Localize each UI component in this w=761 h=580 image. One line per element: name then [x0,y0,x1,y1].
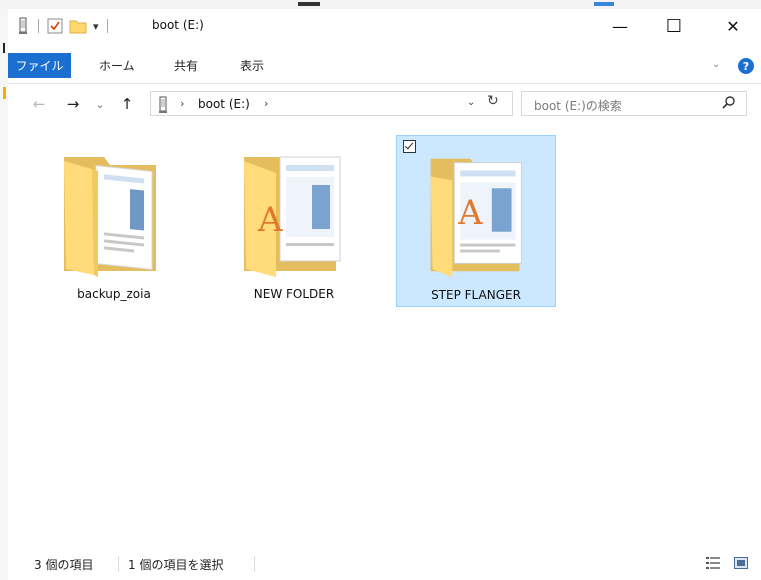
help-icon[interactable]: ? [738,58,754,74]
folder-name: NEW FOLDER [253,287,335,301]
edge-mark [3,43,5,53]
folder-icon: A [244,156,341,277]
tab-home[interactable]: ホーム [99,53,135,78]
title-bar [8,9,761,45]
up-button[interactable]: ↑ [117,92,137,116]
search-icon[interactable] [722,95,736,112]
forward-button[interactable]: → [62,92,84,116]
selection-checkbox[interactable] [403,140,416,153]
svg-text:A: A [257,200,283,240]
folder-item[interactable]: backup_zoia [34,135,194,307]
folder-item-selected[interactable]: A STEP FLANGER [396,135,556,307]
quick-access-toolbar: ▾ [16,9,108,43]
new-folder-icon[interactable] [69,18,87,34]
refresh-button[interactable]: ↻ [487,93,499,109]
drive-icon[interactable] [16,17,30,35]
folder-icon: A [430,158,522,278]
address-dropdown-button[interactable]: ⌄ [467,97,475,108]
status-item-count: 3 個の項目 [34,558,94,572]
maximize-button[interactable]: ☐ [651,9,697,43]
folder-icon [64,157,156,277]
window-title: boot (E:) [152,18,204,32]
drive-icon [156,96,170,117]
back-button[interactable]: ← [28,92,50,116]
quick-access-separator [38,19,39,33]
folder-item[interactable]: A NEW FOLDER [214,135,374,307]
edge-mark-yellow [3,87,6,99]
large-icons-view-icon[interactable] [734,557,748,569]
svg-text:A: A [457,193,483,232]
properties-icon[interactable] [47,18,63,34]
recent-locations-button[interactable]: ⌄ [93,92,107,116]
expand-ribbon-button[interactable]: ⌄ [712,59,720,70]
status-separator [118,556,119,572]
folder-name: STEP FLANGER [431,288,521,302]
customize-quick-access-button[interactable]: ▾ [93,20,99,33]
breadcrumb[interactable]: boot (E:) [198,97,250,111]
folder-name: backup_zoia [77,287,151,301]
status-separator [254,556,255,572]
background-strip [0,0,761,9]
breadcrumb-chevron[interactable]: › [180,97,184,110]
search-placeholder: boot (E:)の検索 [534,99,622,113]
details-view-icon[interactable] [706,557,720,569]
breadcrumb-chevron-end[interactable]: › [264,97,268,110]
close-button[interactable]: ✕ [710,9,756,43]
left-edge [0,9,8,580]
title-separator [106,19,108,33]
tab-share[interactable]: 共有 [174,53,198,78]
tab-file[interactable]: ファイル [8,53,71,78]
status-selected-count: 1 個の項目を選択 [128,558,224,572]
ribbon-divider [8,83,761,84]
tab-view[interactable]: 表示 [240,53,264,78]
minimize-button[interactable]: — [597,9,643,43]
